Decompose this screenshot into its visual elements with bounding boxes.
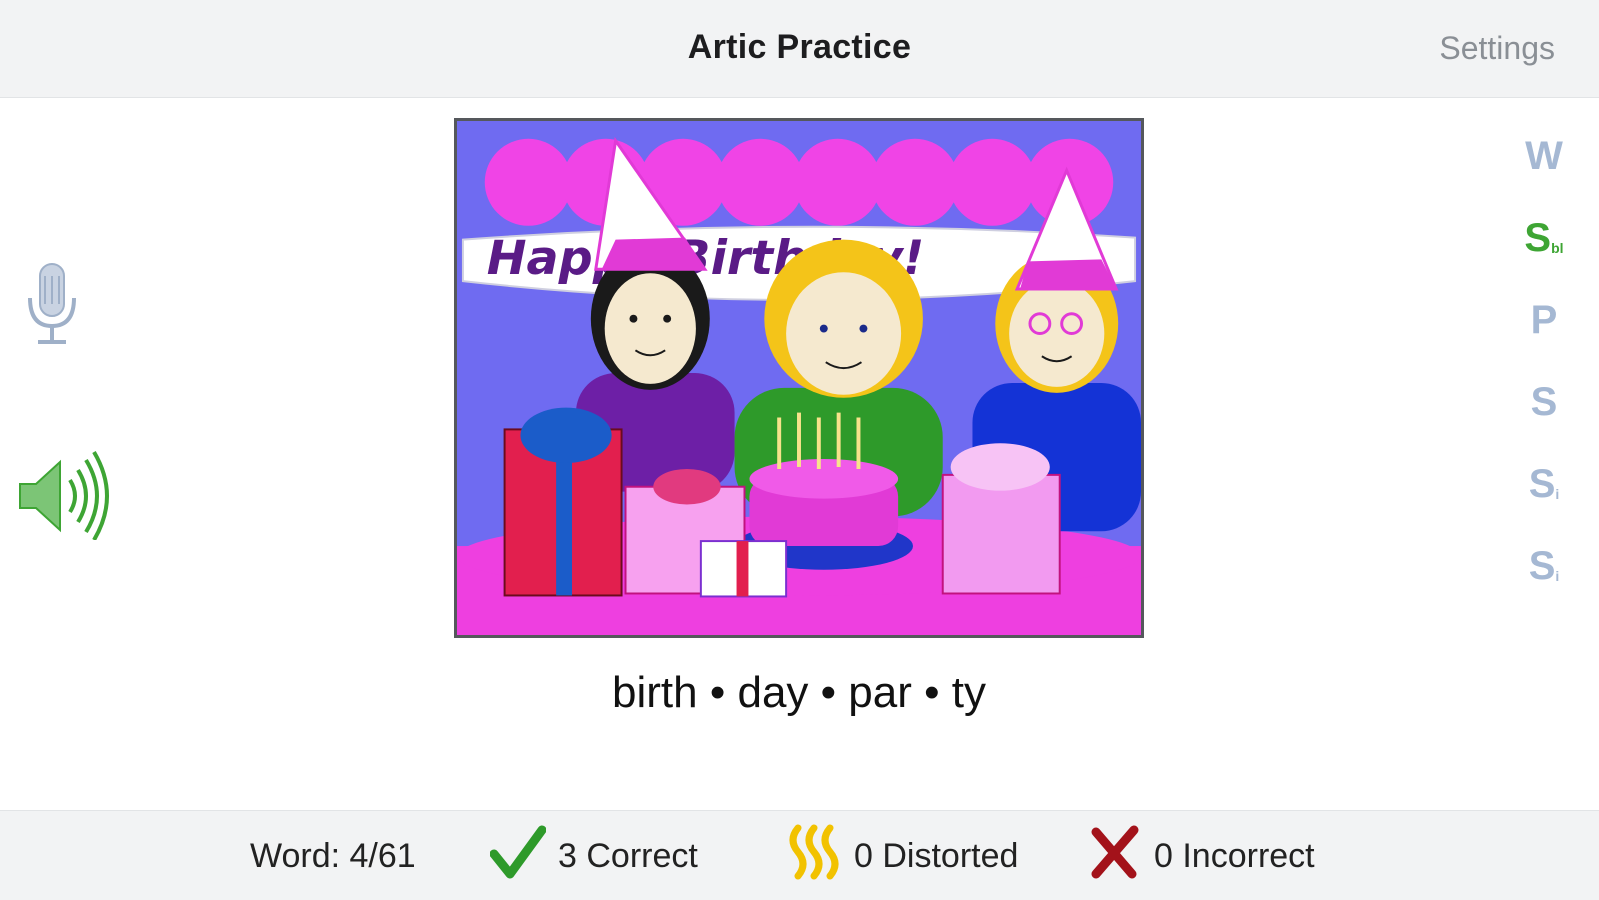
correct-button[interactable]: 3 Correct	[489, 811, 698, 900]
sound-item-sub: i	[1555, 486, 1560, 502]
distorted-button[interactable]: 0 Distorted	[786, 811, 1018, 900]
sound-item-p[interactable]: P	[1509, 279, 1579, 361]
sound-list: W Sbl P S Si Si	[1509, 115, 1579, 607]
sound-item-s-initial-2[interactable]: Si	[1509, 525, 1579, 607]
checkmark-icon	[489, 824, 547, 889]
microphone-icon	[28, 263, 76, 344]
sound-item-s-initial[interactable]: Si	[1509, 443, 1579, 525]
sound-item-letter: S	[1528, 543, 1556, 588]
sound-item-sub: i	[1555, 568, 1560, 584]
incorrect-count: 0 Incorrect	[1154, 836, 1315, 875]
sound-item-letter: W	[1525, 133, 1563, 178]
app: Artic Practice Settings Happy Birthday! …	[0, 0, 1599, 900]
sound-item-letter: P	[1530, 297, 1558, 342]
page-title: Artic Practice	[687, 28, 912, 66]
sound-item-sub: bl	[1551, 240, 1564, 256]
distorted-count: 0 Distorted	[854, 836, 1019, 875]
distortion-wave-icon	[786, 824, 842, 889]
x-mark-icon	[1086, 824, 1142, 889]
word-counter: Word: 4/61	[250, 836, 416, 875]
word-picture[interactable]: Happy Birthday!	[454, 118, 1144, 638]
top-bar: Artic Practice Settings	[0, 0, 1599, 98]
sound-item-w[interactable]: W	[1509, 115, 1579, 197]
record-button[interactable]	[22, 262, 84, 348]
settings-button[interactable]: Settings	[1439, 30, 1555, 67]
sound-item-letter: S	[1524, 215, 1552, 260]
sound-item-s[interactable]: S	[1509, 361, 1579, 443]
play-sound-button[interactable]	[16, 450, 116, 542]
birthday-party-illustration: Happy Birthday!	[457, 121, 1141, 635]
incorrect-button[interactable]: 0 Incorrect	[1086, 811, 1315, 900]
sound-item-letter: S	[1530, 379, 1558, 424]
sound-item-letter: S	[1528, 461, 1556, 506]
score-bar: Word: 4/61 3 Correct 0 Distorted 0 Incor…	[0, 810, 1599, 900]
speaker-icon	[19, 450, 109, 542]
correct-count: 3 Correct	[558, 836, 698, 875]
target-word: birth • day • par • ty	[612, 668, 986, 717]
sound-item-s-blend[interactable]: Sbl	[1509, 197, 1579, 279]
